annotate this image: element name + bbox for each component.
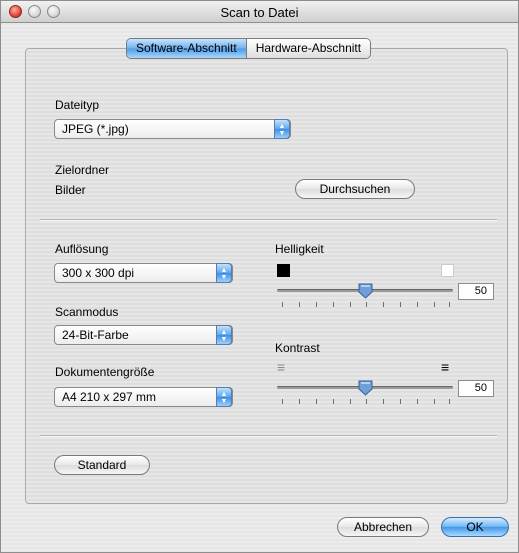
window-title: Scan to Datei — [220, 5, 299, 20]
file-type-value: JPEG (*.jpg) — [62, 122, 129, 136]
light-square-icon — [441, 264, 454, 277]
document-size-label: Dokumentengröße — [55, 365, 155, 379]
resolution-label: Auflösung — [55, 242, 109, 256]
section-divider-bottom — [40, 435, 497, 437]
brightness-ticks — [282, 302, 450, 308]
contrast-value-field[interactable]: 50 — [458, 380, 494, 397]
chevron-updown-icon: ▲ ▼ — [216, 387, 232, 407]
dark-square-icon — [277, 264, 290, 277]
chevron-updown-icon: ▲ ▼ — [216, 263, 232, 283]
destination-folder-value: Bilder — [55, 183, 86, 197]
scan-mode-value: 24-Bit-Farbe — [62, 328, 129, 342]
standard-button[interactable]: Standard — [54, 455, 150, 475]
file-type-label: Dateityp — [55, 98, 100, 112]
tab-software-section[interactable]: Software-Abschnitt — [127, 39, 246, 58]
chevron-updown-icon: ▲ ▼ — [216, 325, 232, 345]
resolution-select[interactable]: 300 x 300 dpi ▲ ▼ — [54, 263, 233, 283]
low-contrast-icon: ≡ — [277, 359, 286, 375]
scan-mode-label: Scanmodus — [55, 305, 119, 319]
brightness-label: Helligkeit — [275, 242, 324, 256]
document-size-value: A4 210 x 297 mm — [62, 390, 157, 404]
contrast-ticks — [282, 399, 450, 405]
scan-mode-select[interactable]: 24-Bit-Farbe ▲ ▼ — [54, 325, 233, 345]
tab-bar: Software-Abschnitt Hardware-Abschnitt — [126, 38, 372, 59]
ok-button[interactable]: OK — [441, 517, 509, 537]
destination-folder-label: Zielordner — [55, 163, 110, 177]
contrast-slider-thumb[interactable] — [358, 380, 373, 396]
high-contrast-icon: ≡ — [441, 359, 450, 375]
chevron-updown-icon: ▲ ▼ — [274, 119, 290, 139]
settings-panel: Dateityp JPEG (*.jpg) ▲ ▼ Zielordner Bild… — [25, 48, 508, 504]
browse-button[interactable]: Durchsuchen — [295, 179, 415, 199]
section-divider-top — [40, 219, 497, 221]
cancel-button[interactable]: Abbrechen — [337, 517, 429, 537]
brightness-slider-thumb[interactable] — [358, 283, 373, 299]
title-bar: Scan to Datei — [1, 1, 518, 23]
document-size-select[interactable]: A4 210 x 297 mm ▲ ▼ — [54, 387, 233, 407]
scan-to-file-window: Scan to Datei Software-Abschnitt Hardwar… — [0, 0, 519, 553]
resolution-value: 300 x 300 dpi — [62, 266, 135, 280]
tab-hardware-section[interactable]: Hardware-Abschnitt — [245, 39, 371, 58]
file-type-select[interactable]: JPEG (*.jpg) ▲ ▼ — [54, 119, 291, 139]
contrast-label: Kontrast — [275, 341, 320, 355]
brightness-value-field[interactable]: 50 — [458, 283, 494, 300]
